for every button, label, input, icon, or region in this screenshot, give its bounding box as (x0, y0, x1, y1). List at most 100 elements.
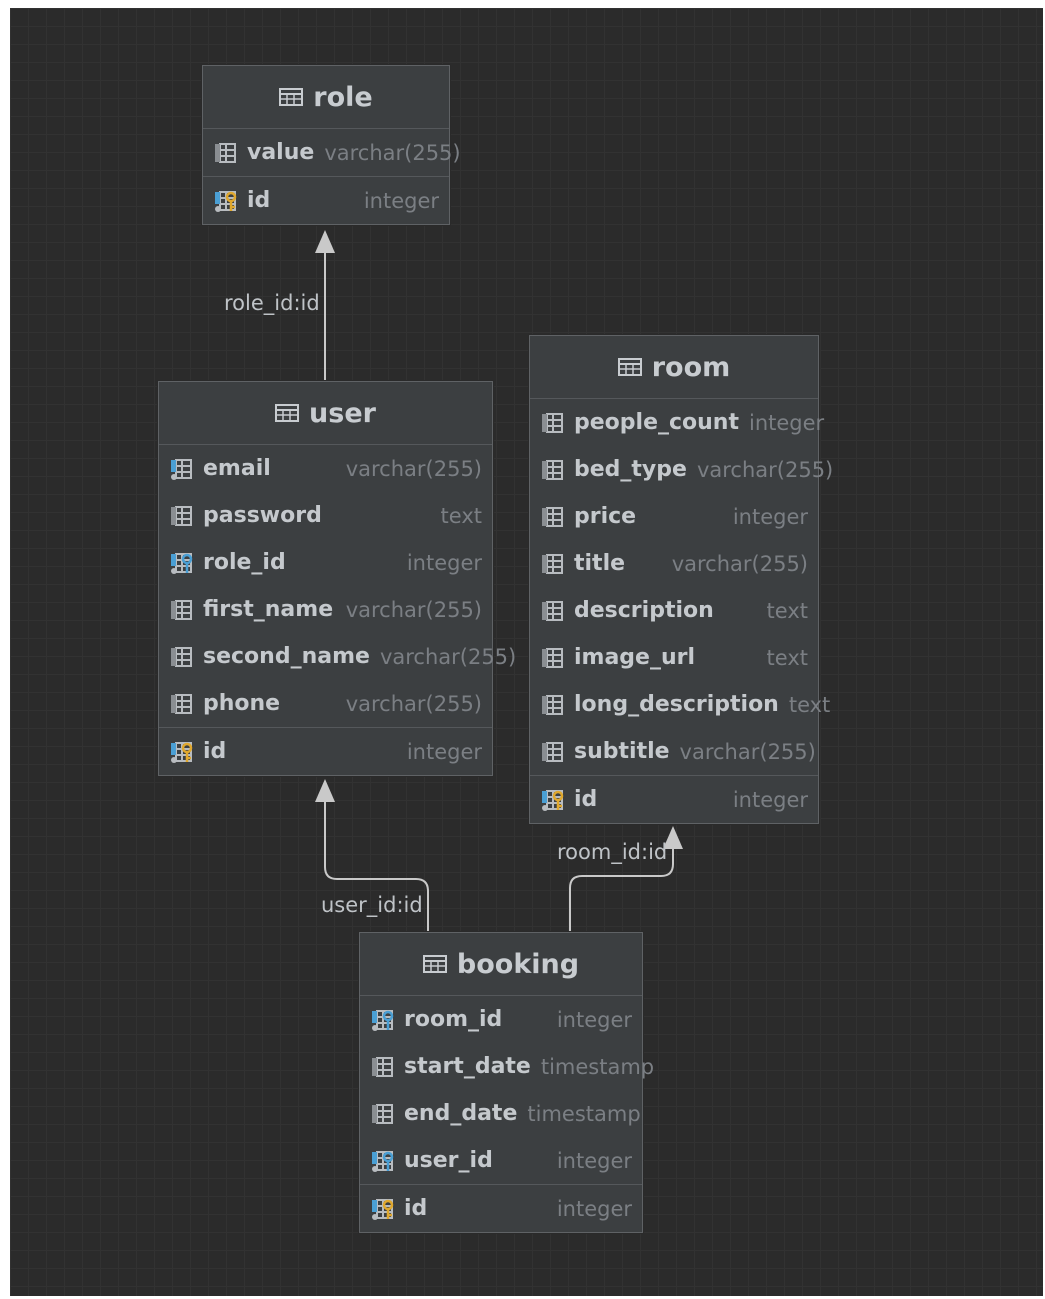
table-title: user (309, 397, 376, 429)
table-title: room (651, 351, 731, 383)
column-name: second_name (203, 644, 370, 669)
table-booking[interactable]: booking room_id integer start_date timestamp… (359, 932, 654, 1233)
column-type: integer (749, 410, 825, 435)
column-name: id (404, 1196, 428, 1221)
arrowhead-role (315, 230, 335, 253)
column-row-people_count[interactable]: people_count integer (530, 399, 824, 446)
column-row-phone[interactable]: phone varchar(255) (159, 680, 492, 727)
foreign-key-icon (368, 1007, 398, 1033)
primary-key-icon (167, 739, 197, 765)
column-row-price[interactable]: price integer (530, 493, 818, 540)
column-type: integer (406, 739, 482, 764)
column-row-room_id[interactable]: room_id integer (360, 996, 642, 1043)
indexed-column-icon (167, 456, 197, 482)
column-type: varchar(255) (345, 597, 482, 622)
table-title: role (313, 81, 373, 113)
column-row-role_id[interactable]: role_id integer (159, 539, 492, 586)
table-role[interactable]: role value varchar(255) id integer (202, 65, 461, 225)
column-row-pk-id[interactable]: id integer (159, 727, 492, 775)
column-row-value[interactable]: value varchar(255) (203, 129, 461, 176)
column-name: email (203, 456, 271, 481)
column-row-subtitle[interactable]: subtitle varchar(255) (530, 728, 818, 775)
column-name: password (203, 503, 322, 528)
column-row-pk-id[interactable]: id integer (360, 1184, 642, 1232)
column-type: varchar(255) (345, 691, 482, 716)
column-name: first_name (203, 597, 334, 622)
table-header-booking[interactable]: booking (360, 933, 642, 996)
primary-key-icon (538, 787, 568, 813)
column-icon (211, 140, 241, 166)
column-name: value (247, 140, 315, 165)
column-row-first_name[interactable]: first_name varchar(255) (159, 586, 492, 633)
column-name: description (574, 598, 714, 623)
column-type: integer (406, 550, 482, 575)
column-row-user_id[interactable]: user_id integer (360, 1137, 642, 1184)
column-name: id (574, 787, 598, 812)
column-icon (368, 1101, 398, 1127)
table-room[interactable]: room people_count integer bed_type varchar(2… (529, 335, 833, 824)
column-type: integer (363, 188, 439, 213)
column-type: integer (556, 1148, 632, 1173)
column-icon (538, 692, 568, 718)
diagram-canvas: role_id:id user_id:id room_id:id role val… (10, 8, 1043, 1296)
column-type: integer (556, 1007, 632, 1032)
column-row-end_date[interactable]: end_date timestamp (360, 1090, 642, 1137)
column-row-start_date[interactable]: start_date timestamp (360, 1043, 654, 1090)
column-icon (538, 457, 568, 483)
arrowhead-user (315, 779, 335, 802)
table-user[interactable]: user email varchar(255) password text role_id… (158, 381, 516, 776)
column-name: room_id (404, 1007, 503, 1032)
table-icon (422, 955, 447, 973)
column-icon (538, 645, 568, 671)
column-name: title (574, 551, 626, 576)
column-type: text (766, 598, 808, 623)
table-title: booking (456, 948, 580, 980)
column-name: end_date (404, 1101, 518, 1126)
column-type: integer (732, 504, 808, 529)
column-row-pk-id[interactable]: id integer (530, 775, 818, 823)
column-type: timestamp (540, 1054, 655, 1079)
column-type: varchar(255) (696, 457, 834, 482)
column-type: varchar(255) (324, 140, 461, 165)
column-name: long_description (574, 692, 779, 717)
column-row-bed_type[interactable]: bed_type varchar(255) (530, 446, 833, 493)
column-icon (538, 504, 568, 530)
column-row-title[interactable]: title varchar(255) (530, 540, 818, 587)
column-row-description[interactable]: description text (530, 587, 818, 634)
column-icon (167, 644, 197, 670)
primary-key-icon (211, 188, 241, 214)
column-name: phone (203, 691, 281, 716)
column-row-long_description[interactable]: long_description text (530, 681, 830, 728)
column-name: price (574, 504, 637, 529)
table-header-role[interactable]: role (203, 66, 449, 129)
column-type: text (788, 692, 831, 717)
column-name: id (247, 188, 271, 213)
column-name: people_count (574, 410, 739, 435)
column-name: bed_type (574, 457, 687, 482)
table-header-user[interactable]: user (159, 382, 492, 445)
column-type: text (440, 503, 482, 528)
table-header-room[interactable]: room (530, 336, 818, 399)
column-row-pk-id[interactable]: id integer (203, 176, 449, 224)
column-row-password[interactable]: password text (159, 492, 492, 539)
column-name: id (203, 739, 227, 764)
column-type: varchar(255) (379, 644, 517, 669)
column-icon (167, 503, 197, 529)
relation-label-role: role_id:id (224, 291, 320, 315)
column-row-email[interactable]: email varchar(255) (159, 445, 492, 492)
column-icon (538, 598, 568, 624)
table-icon (275, 404, 300, 422)
column-name: role_id (203, 550, 286, 575)
column-name: user_id (404, 1148, 493, 1173)
column-row-second_name[interactable]: second_name varchar(255) (159, 633, 516, 680)
column-type: varchar(255) (345, 456, 482, 481)
column-type: integer (732, 787, 808, 812)
column-type: integer (556, 1196, 632, 1221)
column-icon (167, 597, 197, 623)
table-icon (617, 358, 642, 376)
column-icon (167, 691, 197, 717)
column-row-image_url[interactable]: image_url text (530, 634, 818, 681)
relation-label-user: user_id:id (321, 893, 423, 917)
column-type: timestamp (527, 1101, 641, 1126)
column-type: text (766, 645, 808, 670)
